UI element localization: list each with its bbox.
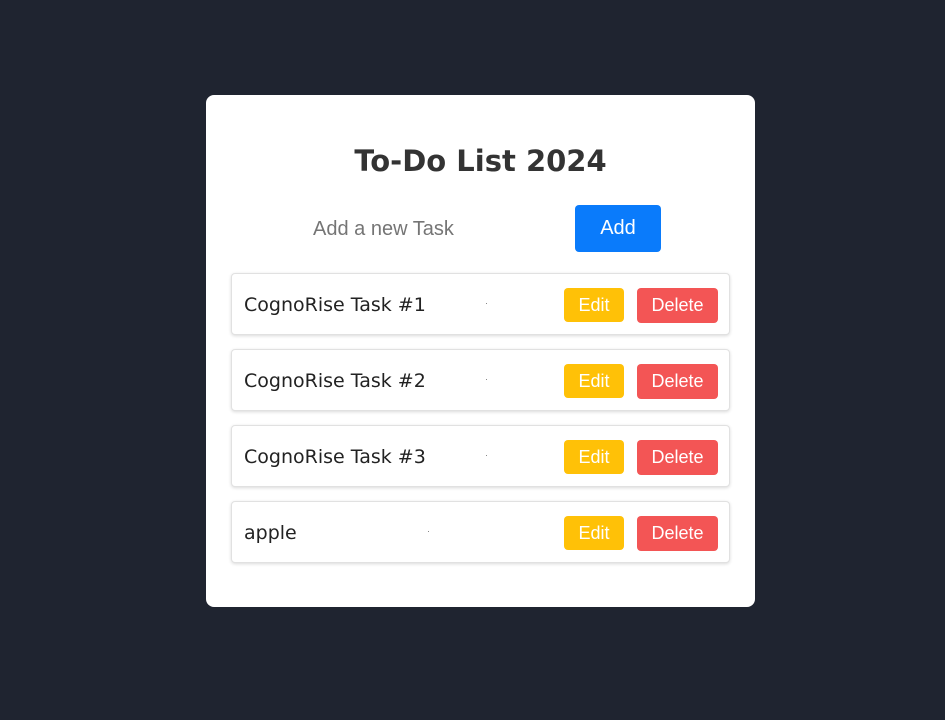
delete-button[interactable]: Delete bbox=[637, 364, 718, 399]
task-item: CognoRise Task #1 Edit Delete bbox=[231, 273, 730, 335]
separator-dot bbox=[428, 531, 429, 532]
separator-dot bbox=[486, 455, 487, 456]
task-text: CognoRise Task #1 bbox=[244, 294, 426, 316]
edit-button[interactable]: Edit bbox=[564, 516, 624, 550]
task-text: CognoRise Task #2 bbox=[244, 370, 426, 392]
task-text: CognoRise Task #3 bbox=[244, 446, 426, 468]
add-button[interactable]: Add bbox=[575, 205, 661, 252]
new-task-input[interactable] bbox=[303, 207, 543, 251]
delete-button[interactable]: Delete bbox=[637, 440, 718, 475]
task-item: apple Edit Delete bbox=[231, 501, 730, 563]
delete-button[interactable]: Delete bbox=[637, 288, 718, 323]
edit-button[interactable]: Edit bbox=[564, 288, 624, 322]
task-text: apple bbox=[244, 522, 297, 544]
task-item: CognoRise Task #2 Edit Delete bbox=[231, 349, 730, 411]
page-title: To-Do List 2024 bbox=[354, 144, 607, 178]
delete-button[interactable]: Delete bbox=[637, 516, 718, 551]
task-list: CognoRise Task #1 Edit Delete CognoRise … bbox=[231, 273, 730, 563]
todo-card: To-Do List 2024 Add CognoRise Task #1 Ed… bbox=[206, 95, 755, 607]
edit-button[interactable]: Edit bbox=[564, 440, 624, 474]
separator-dot bbox=[486, 379, 487, 380]
separator-dot bbox=[486, 303, 487, 304]
edit-button[interactable]: Edit bbox=[564, 364, 624, 398]
task-item: CognoRise Task #3 Edit Delete bbox=[231, 425, 730, 487]
